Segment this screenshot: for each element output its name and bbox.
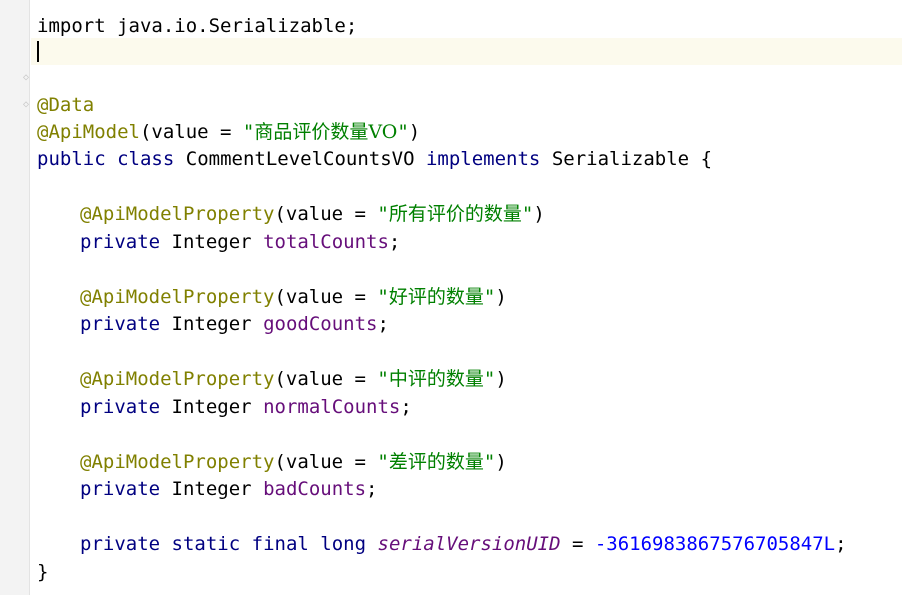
code-line-data-annotation: @Data [31, 65, 902, 116]
code-line-import: import java.io.Serializable; [31, 0, 902, 37]
keyword-private: private [80, 313, 161, 335]
field-type: Integer [171, 313, 252, 335]
keyword-public: public [37, 148, 106, 170]
close-brace: } [37, 561, 49, 583]
field-name: goodCounts [263, 313, 378, 335]
code-line-field-decl: private Integer normalCounts; [80, 396, 412, 418]
code-line-close-brace: } [31, 532, 902, 583]
field-name: badCounts [263, 478, 367, 500]
field-type: Integer [171, 231, 252, 253]
keyword-private: private [80, 231, 161, 253]
code-line-field-decl: private Integer goodCounts; [80, 313, 389, 335]
field-name: normalCounts [263, 396, 401, 418]
import-statement: import java.io.Serializable; [37, 15, 358, 37]
code-line-field-annotation: @ApiModelProperty(value = "所有评价的数量") [80, 203, 545, 225]
code-line-field-annotation: @ApiModelProperty(value = "好评的数量") [80, 286, 507, 308]
field-type: Integer [171, 396, 252, 418]
code-line-field-decl: private Integer totalCounts; [80, 231, 401, 253]
editor-gutter: ◇ ◇ [0, 0, 30, 595]
text-caret [37, 41, 39, 62]
field-type: Integer [171, 478, 252, 500]
keyword-class: class [117, 148, 175, 170]
interface-name: Serializable [551, 148, 690, 170]
keyword-private: private [80, 396, 161, 418]
keyword-private: private [80, 478, 161, 500]
keyword-implements: implements [425, 148, 541, 170]
open-brace: { [700, 148, 713, 170]
code-line-apimodel: @ApiModel(value = "商品评价数量VO") [37, 121, 421, 143]
code-line-serial-version: private static final long serialVersionU… [80, 533, 847, 555]
code-line-field-annotation: @ApiModelProperty(value = "中评的数量") [80, 368, 507, 390]
code-line-field-annotation: @ApiModelProperty(value = "差评的数量") [80, 451, 507, 473]
code-editor[interactable]: import java.io.Serializable; @Data @ApiM… [31, 0, 902, 595]
code-line-class-decl: public class CommentLevelCountsVO implem… [31, 119, 902, 170]
class-name: CommentLevelCountsVO [185, 148, 415, 170]
code-line-field-decl: private Integer badCounts; [80, 478, 378, 500]
code-line-current[interactable] [31, 38, 902, 65]
field-name: totalCounts [263, 231, 389, 253]
